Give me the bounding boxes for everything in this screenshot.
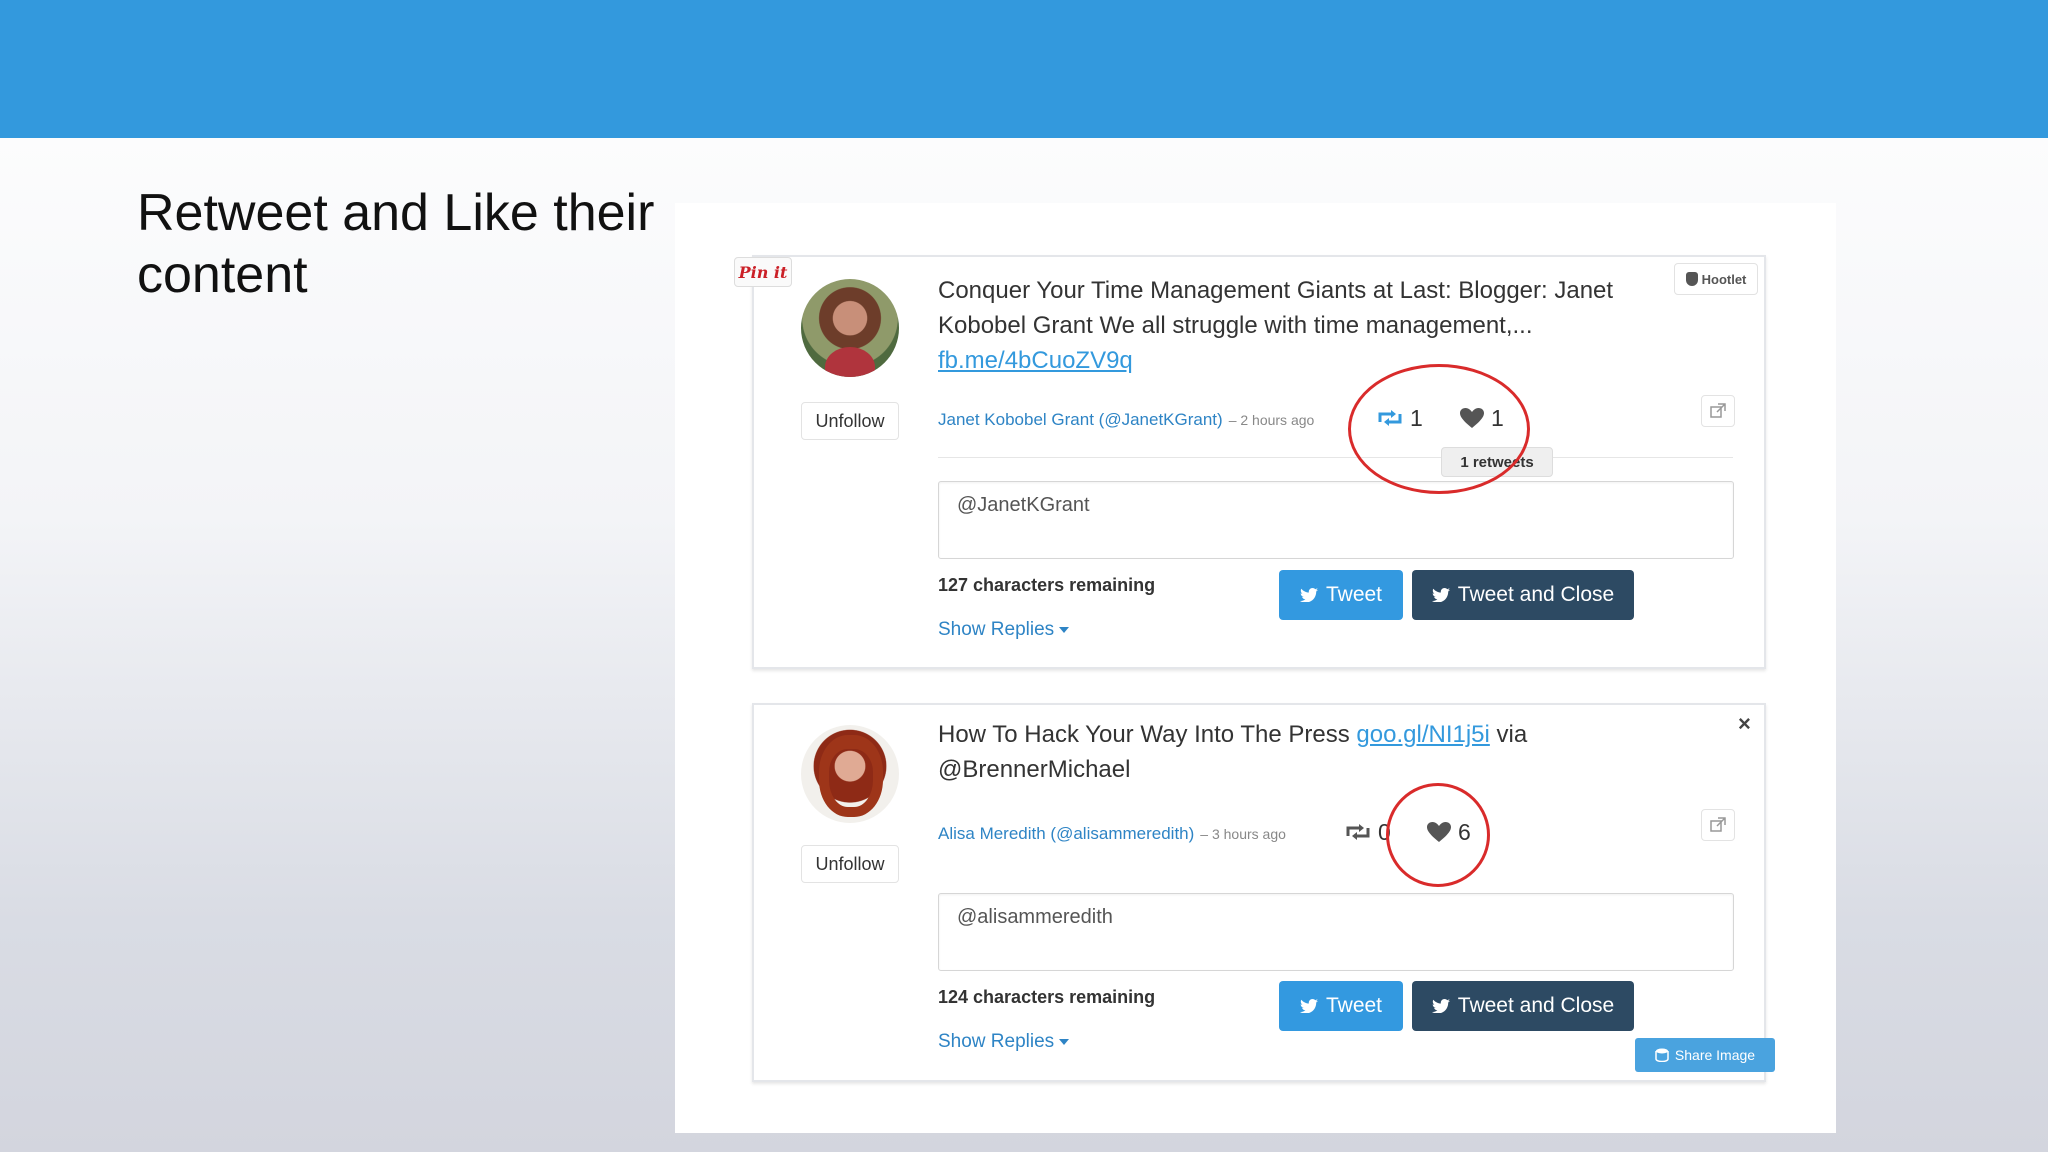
header-bar bbox=[0, 0, 2048, 138]
tweet-text-body: Conquer Your Time Management Giants at L… bbox=[938, 277, 1614, 339]
annotation-circle-retweets bbox=[1348, 364, 1530, 494]
tweet-and-close-button[interactable]: Tweet and Close bbox=[1412, 570, 1634, 620]
caret-down-icon bbox=[1059, 626, 1070, 633]
hootlet-label: Hootlet bbox=[1701, 271, 1747, 287]
tweet-link[interactable]: goo.gl/NI1j5i bbox=[1356, 721, 1489, 748]
close-icon[interactable]: × bbox=[1738, 711, 1751, 737]
unfollow-button[interactable]: Unfollow bbox=[801, 402, 899, 440]
show-replies-label: Show Replies bbox=[938, 1031, 1055, 1052]
twitter-bird-icon bbox=[1431, 999, 1450, 1013]
avatar[interactable] bbox=[801, 725, 899, 823]
pin-it-button[interactable]: Pin it bbox=[734, 257, 792, 287]
divider bbox=[938, 457, 1733, 458]
annotation-circle-likes bbox=[1386, 783, 1490, 887]
slide-title: Retweet and Like their content bbox=[137, 184, 655, 304]
show-replies-link[interactable]: Show Replies bbox=[938, 619, 1070, 641]
tweet-and-close-label: Tweet and Close bbox=[1457, 994, 1615, 1017]
characters-remaining: 124 characters remaining bbox=[938, 987, 1156, 1007]
tweet-card: × Unfollow How To Hack Your Way Into The… bbox=[752, 703, 1766, 1082]
tweet-button[interactable]: Tweet bbox=[1279, 570, 1403, 620]
tweet-button-label: Tweet bbox=[1325, 583, 1383, 606]
timestamp: – 3 hours ago bbox=[1200, 826, 1286, 842]
characters-remaining: 127 characters remaining bbox=[938, 575, 1156, 595]
retweet-icon bbox=[1346, 824, 1370, 840]
twitter-bird-icon bbox=[1431, 588, 1450, 602]
tweet-meta: Alisa Meredith (@alisammeredith) – 3 hou… bbox=[938, 819, 1286, 849]
show-replies-link[interactable]: Show Replies bbox=[938, 1031, 1070, 1053]
tweet-card: Pin it Hootlet Unfollow Conquer Your Tim… bbox=[734, 255, 1766, 669]
share-image-button[interactable]: Share Image bbox=[1635, 1038, 1775, 1072]
tweet-link[interactable]: fb.me/4bCuoZV9q bbox=[938, 347, 1133, 374]
tweet-and-close-button[interactable]: Tweet and Close bbox=[1412, 981, 1634, 1031]
reply-textarea[interactable]: @JanetKGrant bbox=[938, 481, 1734, 559]
external-link-icon[interactable] bbox=[1701, 395, 1735, 427]
tweet-text: Conquer Your Time Management Giants at L… bbox=[938, 273, 1698, 378]
share-image-label: Share Image bbox=[1674, 1047, 1756, 1063]
hootsuite-screenshot: Pin it Hootlet Unfollow Conquer Your Tim… bbox=[675, 203, 1836, 1133]
author-link[interactable]: Janet Kobobel Grant (@JanetKGrant) bbox=[938, 410, 1223, 430]
tweet-text-body: How To Hack Your Way Into The Press bbox=[938, 721, 1357, 748]
tweet-button[interactable]: Tweet bbox=[1279, 981, 1403, 1031]
external-link-icon[interactable] bbox=[1701, 809, 1735, 841]
tweet-text: How To Hack Your Way Into The Press goo.… bbox=[938, 717, 1598, 787]
reply-textarea[interactable]: @alisammeredith bbox=[938, 893, 1734, 971]
timestamp: – 2 hours ago bbox=[1228, 412, 1315, 428]
author-link[interactable]: Alisa Meredith (@alisammeredith) bbox=[938, 824, 1194, 844]
share-icon bbox=[1655, 1048, 1669, 1062]
tweet-meta: Janet Kobobel Grant (@JanetKGrant) – 2 h… bbox=[938, 405, 1314, 435]
avatar[interactable] bbox=[801, 279, 899, 377]
twitter-bird-icon bbox=[1299, 999, 1318, 1013]
retweet-stat[interactable]: 0 bbox=[1344, 817, 1391, 847]
caret-down-icon bbox=[1059, 1038, 1070, 1045]
show-replies-label: Show Replies bbox=[938, 619, 1055, 640]
twitter-bird-icon bbox=[1299, 588, 1318, 602]
tweet-and-close-label: Tweet and Close bbox=[1457, 583, 1615, 606]
unfollow-button[interactable]: Unfollow bbox=[801, 845, 899, 883]
tweet-button-label: Tweet bbox=[1325, 994, 1383, 1017]
